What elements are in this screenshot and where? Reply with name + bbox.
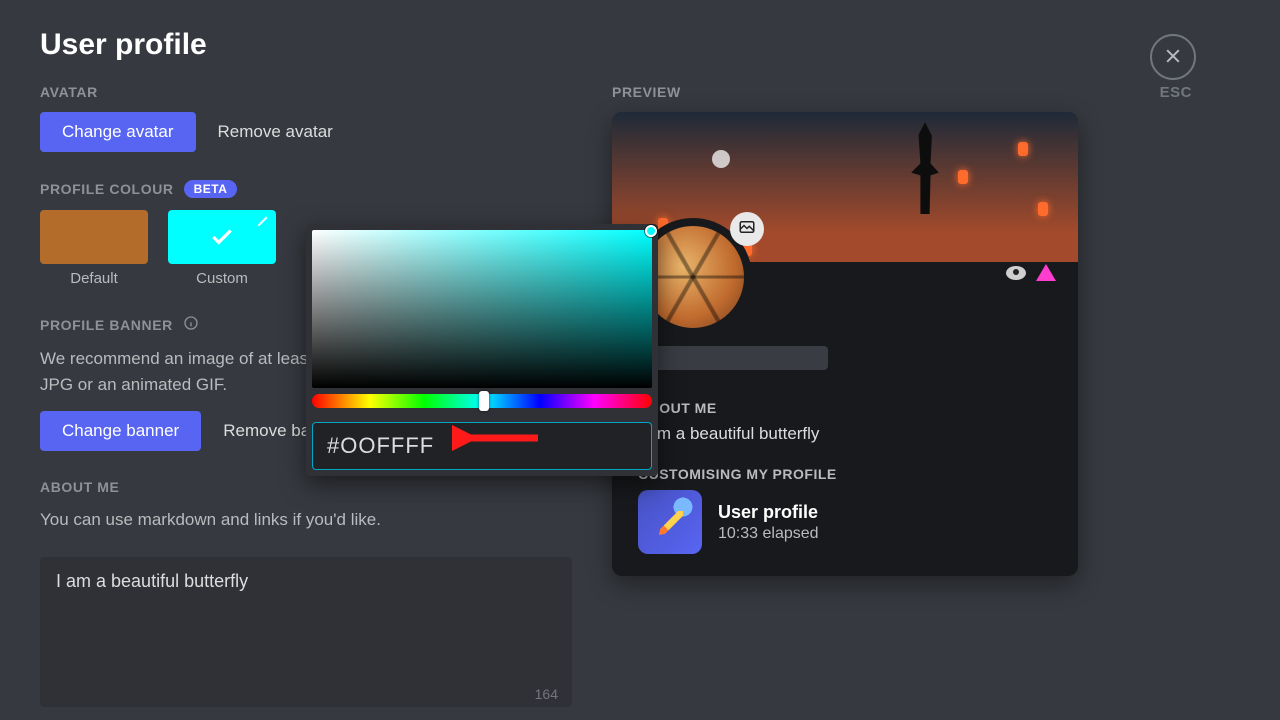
saturation-value-area[interactable] [312,230,652,388]
close-button[interactable] [1150,34,1196,80]
close-icon [1163,46,1183,69]
activity-title: User profile [718,502,819,523]
hex-input[interactable] [312,422,652,470]
preview-username-placeholder [638,346,828,370]
about-me-textarea[interactable] [40,557,572,707]
about-me-section-label: ABOUT ME [40,479,572,495]
profile-colour-label-text: PROFILE COLOUR [40,181,174,197]
change-avatar-button[interactable]: Change avatar [40,112,196,152]
image-edit-icon [738,218,756,241]
pencil-icon [256,214,270,233]
avatar-edit-button[interactable] [730,212,764,246]
colour-swatch-default[interactable] [40,210,148,264]
colour-custom-label: Custom [196,270,248,287]
activity-icon [638,490,702,554]
preview-badges [1006,264,1056,281]
preview-about-label: ABOUT ME [638,400,1052,416]
about-help-text: You can use markdown and links if you'd … [40,507,572,533]
remove-avatar-button[interactable]: Remove avatar [218,122,333,142]
sv-cursor[interactable] [645,225,657,237]
preview-section-label: PREVIEW [612,84,1092,100]
preview-card: ABOUT ME I am a beautiful butterfly CUST… [612,112,1078,576]
colour-picker-popup [306,224,658,476]
hue-thumb[interactable] [479,391,489,411]
profile-banner-label-text: PROFILE BANNER [40,317,173,333]
hue-slider[interactable] [312,394,652,408]
colour-default-label: Default [70,270,118,287]
profile-colour-section-label: PROFILE COLOUR BETA [40,180,572,198]
activity-elapsed: 10:33 elapsed [718,525,819,543]
nitro-icon [1036,264,1056,281]
change-banner-button[interactable]: Change banner [40,411,201,451]
hypesquad-icon [1006,266,1026,280]
preview-activity-label: CUSTOMISING MY PROFILE [638,466,1052,482]
preview-about-text: I am a beautiful butterfly [638,424,1052,444]
info-icon [183,315,199,334]
avatar-section-label: AVATAR [40,84,572,100]
beta-badge: BETA [184,180,238,198]
close-esc-label: ESC [1160,84,1192,101]
colour-swatch-custom[interactable] [168,210,276,264]
page-title: User profile [40,28,1240,62]
